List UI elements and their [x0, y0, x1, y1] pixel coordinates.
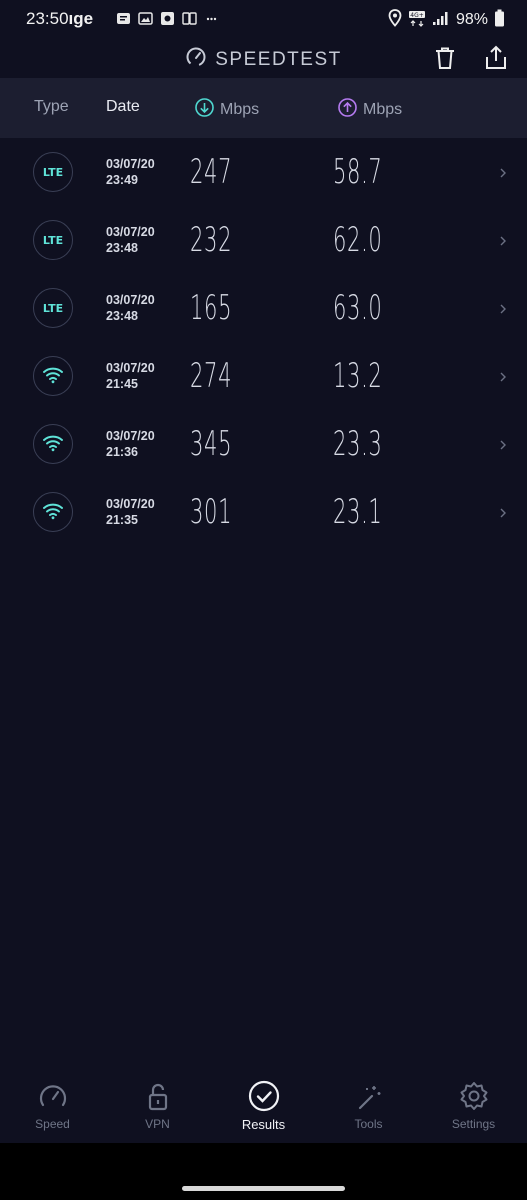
- notification-icons: [116, 11, 219, 26]
- sort-by-date[interactable]: Date: [106, 98, 140, 116]
- result-time: 21:36: [106, 445, 138, 459]
- sort-by-download[interactable]: Mbps: [195, 98, 259, 122]
- home-gesture-bar[interactable]: [182, 1186, 345, 1191]
- clock: 23:50: [26, 9, 69, 28]
- result-row[interactable]: LTE 03/07/20 23:48 232 62.0: [0, 206, 527, 274]
- nav-tools[interactable]: Tools: [316, 1080, 421, 1131]
- upload-speed: 62.0: [333, 220, 383, 260]
- chevron-right-icon: [498, 233, 508, 247]
- share-icon: [482, 45, 510, 76]
- nav-speed[interactable]: Speed: [0, 1080, 105, 1131]
- svg-text:4G+: 4G+: [410, 12, 424, 19]
- result-date: 03/07/20: [106, 225, 155, 239]
- status-right: 4G+ 98%: [388, 9, 505, 31]
- gear-icon: [457, 1080, 491, 1114]
- result-row[interactable]: 03/07/20 21:35 301 23.1: [0, 478, 527, 546]
- check-circle-icon: [247, 1080, 281, 1114]
- unlock-icon: [141, 1080, 175, 1114]
- lte-badge: LTE: [33, 152, 73, 192]
- app-header: SPEEDTEST: [0, 38, 527, 78]
- wifi-badge: [33, 356, 73, 396]
- download-speed: 232: [190, 220, 233, 260]
- result-time: 23:48: [106, 309, 138, 323]
- sort-by-type[interactable]: Type: [34, 98, 69, 116]
- upload-speed: 63.0: [333, 288, 383, 328]
- lte-badge: LTE: [33, 220, 73, 260]
- speedometer-icon: [185, 46, 207, 74]
- app-screen: 23:50ıge 4G+ 98% SPEEDTEST Type Date Mbp…: [0, 0, 527, 1143]
- lte-badge: LTE: [33, 288, 73, 328]
- result-time: 23:48: [106, 241, 138, 255]
- wifi-icon: [42, 434, 64, 455]
- result-time: 21:35: [106, 513, 138, 527]
- upload-speed: 13.2: [333, 356, 383, 396]
- nav-speed-label: Speed: [35, 1117, 70, 1131]
- result-date: 03/07/20: [106, 293, 155, 307]
- signal-icon: [432, 10, 450, 30]
- chevron-right-icon: [498, 437, 508, 451]
- wifi-icon: [42, 366, 64, 387]
- result-row[interactable]: 03/07/20 21:36 345 23.3: [0, 410, 527, 478]
- results-column-header: Type Date Mbps Mbps: [0, 78, 527, 138]
- image-icon: [138, 11, 153, 26]
- chevron-right-icon: [498, 369, 508, 383]
- chevron-right-icon: [498, 505, 508, 519]
- result-row[interactable]: LTE 03/07/20 23:49 247 58.7: [0, 138, 527, 206]
- nav-settings[interactable]: Settings: [421, 1080, 526, 1131]
- share-results-button[interactable]: [482, 44, 510, 72]
- download-speed: 301: [190, 492, 233, 532]
- result-time: 23:49: [106, 173, 138, 187]
- download-arrow-icon: [195, 98, 214, 122]
- message-icon: [116, 11, 131, 26]
- wifi-badge: [33, 424, 73, 464]
- download-speed: 247: [190, 152, 233, 192]
- gallery-icon: [160, 11, 175, 26]
- download-speed: 345: [190, 424, 233, 464]
- download-unit-label: Mbps: [220, 101, 260, 119]
- bottom-nav: Speed VPN Results Tools Settings: [0, 1070, 527, 1143]
- nav-vpn-label: VPN: [145, 1117, 170, 1131]
- delete-results-button[interactable]: [431, 44, 459, 72]
- status-bar: 23:50ıge 4G+ 98%: [0, 0, 527, 38]
- trash-icon: [431, 47, 459, 76]
- chevron-right-icon: [498, 301, 508, 315]
- result-date: 03/07/20: [106, 429, 155, 443]
- result-time: 21:45: [106, 377, 138, 391]
- battery-percent: 98%: [455, 11, 488, 28]
- download-speed: 274: [190, 356, 233, 396]
- upload-arrow-icon: [338, 98, 357, 122]
- sort-by-upload[interactable]: Mbps: [338, 98, 402, 122]
- wifi-badge: [33, 492, 73, 532]
- nav-tools-label: Tools: [354, 1117, 383, 1131]
- nav-vpn[interactable]: VPN: [105, 1080, 210, 1131]
- nav-settings-label: Settings: [451, 1117, 496, 1131]
- wifi-icon: [42, 502, 64, 523]
- result-row[interactable]: LTE 03/07/20 23:48 165 63.0: [0, 274, 527, 342]
- upload-speed: 58.7: [333, 152, 383, 192]
- download-speed: 165: [190, 288, 233, 328]
- more-notifications-icon: [204, 11, 219, 26]
- nav-results-label: Results: [241, 1117, 286, 1132]
- upload-speed: 23.1: [333, 492, 383, 532]
- dual-screen-icon: [182, 11, 197, 26]
- chevron-right-icon: [498, 165, 508, 179]
- upload-unit-label: Mbps: [363, 101, 403, 119]
- speedometer-icon: [36, 1080, 70, 1114]
- result-date: 03/07/20: [106, 497, 155, 511]
- result-row[interactable]: 03/07/20 21:45 274 13.2: [0, 342, 527, 410]
- status-time: 23:50ıge: [26, 9, 93, 29]
- nav-results[interactable]: Results: [211, 1080, 316, 1132]
- battery-icon: [494, 9, 505, 31]
- app-title-text: SPEEDTEST: [215, 49, 342, 70]
- upload-speed: 23.3: [333, 424, 383, 464]
- result-date: 03/07/20: [106, 361, 155, 375]
- magic-wand-icon: [352, 1080, 386, 1114]
- network-type-icon: 4G+: [408, 9, 426, 31]
- clock-suffix: ıge: [68, 9, 94, 28]
- location-icon: [388, 9, 402, 31]
- result-date: 03/07/20: [106, 157, 155, 171]
